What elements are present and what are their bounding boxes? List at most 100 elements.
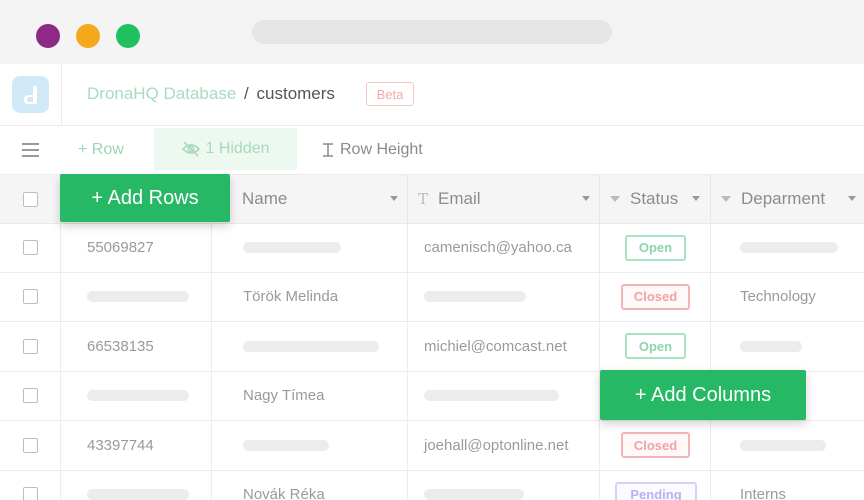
address-bar[interactable]	[252, 20, 612, 44]
hidden-fields-label: 1 Hidden	[205, 140, 270, 157]
placeholder-bar	[740, 439, 826, 451]
row-checkbox[interactable]	[22, 388, 38, 404]
breadcrumb-table: customers	[256, 84, 335, 103]
placeholder-bar	[87, 390, 189, 402]
placeholder-bar	[243, 340, 379, 352]
id-cell[interactable]: 66538135	[61, 321, 212, 371]
department-column-label: Deparment	[741, 189, 826, 208]
select-all-checkbox[interactable]	[22, 191, 38, 207]
cell-text: Technology	[740, 288, 816, 306]
email-cell[interactable]	[408, 272, 600, 322]
email-column-header[interactable]: T Email	[408, 175, 600, 223]
status-column-label: Status	[630, 189, 679, 208]
id-cell[interactable]	[61, 371, 212, 421]
status-column-header[interactable]: Status	[600, 175, 711, 223]
add-row-button[interactable]: + Row	[78, 141, 124, 159]
row-select-cell[interactable]	[0, 470, 61, 500]
menu-icon[interactable]	[22, 143, 39, 157]
department-cell[interactable]	[711, 322, 864, 371]
placeholder-bar	[243, 242, 341, 253]
cell-text: camenisch@yahoo.ca	[424, 239, 572, 256]
status-badge: Closed	[621, 432, 690, 459]
email-cell[interactable]: michiel@comcast.net	[408, 321, 600, 371]
row-checkbox[interactable]	[22, 289, 38, 305]
dronahq-logo-icon[interactable]	[12, 76, 49, 113]
name-column-label: Name	[242, 189, 288, 208]
placeholder-bar	[740, 242, 838, 253]
eye-off-icon	[182, 141, 201, 157]
cell-text: Interns	[740, 486, 786, 500]
department-cell[interactable]: Technology	[711, 272, 864, 321]
id-cell[interactable]: 43397744	[61, 420, 212, 470]
status-cell[interactable]: Open	[600, 321, 711, 371]
status-badge: Closed	[621, 283, 690, 310]
email-cell[interactable]	[408, 371, 600, 421]
status-cell[interactable]: Pending	[600, 470, 711, 500]
row-checkbox[interactable]	[22, 437, 38, 453]
status-badge: Open	[625, 234, 686, 261]
department-cell[interactable]	[711, 223, 864, 272]
table-row[interactable]: 55069827 camenisch@yahoo.ca Open	[0, 223, 864, 273]
placeholder-bar	[87, 489, 189, 500]
row-select-cell[interactable]	[0, 272, 61, 322]
table-toolbar: + Row 1 Hidden Row Height	[0, 126, 864, 175]
chevron-down-icon[interactable]	[390, 196, 398, 201]
status-cell[interactable]: Closed	[600, 272, 711, 322]
chevron-down-icon[interactable]	[848, 196, 856, 201]
row-select-cell[interactable]	[0, 420, 61, 470]
row-height-button[interactable]: Row Height	[322, 141, 423, 159]
minimize-window-dot[interactable]	[76, 24, 100, 48]
breadcrumb-database-link[interactable]: DronaHQ Database	[87, 84, 236, 103]
placeholder-bar	[424, 390, 559, 402]
row-checkbox[interactable]	[22, 240, 38, 255]
chevron-down-icon[interactable]	[692, 196, 700, 201]
row-height-icon	[323, 143, 333, 157]
name-cell[interactable]: Novák Réka	[212, 470, 408, 500]
table-row[interactable]: 66538135 michiel@comcast.net Open	[0, 321, 864, 372]
email-cell[interactable]	[408, 470, 600, 500]
name-cell[interactable]	[212, 420, 408, 470]
status-cell[interactable]: Open	[600, 223, 711, 272]
department-cell[interactable]: Interns	[711, 470, 864, 500]
cell-text: Nagy Tímea	[243, 387, 325, 405]
table-row[interactable]: Novák Réka Pending Interns	[0, 470, 864, 500]
name-cell[interactable]	[212, 223, 408, 272]
email-cell[interactable]: joehall@optonline.net	[408, 420, 600, 470]
table-row[interactable]: Török Melinda Closed Technology	[0, 272, 864, 323]
beta-badge: Beta	[366, 82, 414, 106]
email-column-label: Email	[438, 189, 481, 208]
department-cell[interactable]	[711, 421, 864, 470]
logo-column	[0, 64, 62, 125]
breadcrumb-separator: /	[244, 84, 249, 103]
status-badge: Open	[625, 333, 686, 360]
name-column-header[interactable]: Name	[212, 175, 408, 223]
id-cell[interactable]	[61, 470, 212, 500]
status-cell[interactable]: Closed	[600, 420, 711, 470]
row-select-cell[interactable]	[0, 223, 61, 272]
row-height-label: Row Height	[340, 141, 423, 158]
placeholder-bar	[243, 439, 329, 451]
placeholder-bar	[740, 340, 802, 352]
row-select-cell[interactable]	[0, 371, 61, 421]
add-rows-button[interactable]: + Add Rows	[60, 174, 230, 222]
id-cell[interactable]	[61, 272, 212, 322]
chevron-down-icon[interactable]	[582, 196, 590, 201]
email-cell[interactable]: camenisch@yahoo.ca	[408, 223, 600, 272]
add-columns-button[interactable]: + Add Columns	[600, 370, 806, 420]
name-cell[interactable]	[212, 321, 408, 371]
id-cell[interactable]: 55069827	[61, 223, 212, 272]
name-cell[interactable]: Nagy Tímea	[212, 371, 408, 421]
name-cell[interactable]: Török Melinda	[212, 272, 408, 322]
row-checkbox[interactable]	[22, 338, 38, 354]
cell-text: 66538135	[87, 337, 154, 355]
app-window: DronaHQ Database / customers Beta + Row …	[0, 0, 864, 500]
row-checkbox[interactable]	[22, 487, 38, 500]
close-window-dot[interactable]	[36, 24, 60, 48]
maximize-window-dot[interactable]	[116, 24, 140, 48]
hidden-fields-button[interactable]: 1 Hidden	[154, 128, 297, 170]
table-row[interactable]: 43397744 joehall@optonline.net Closed	[0, 420, 864, 471]
breadcrumb: DronaHQ Database / customers	[87, 84, 335, 104]
select-type-icon	[610, 196, 620, 202]
department-column-header[interactable]: Deparment	[711, 175, 864, 223]
row-select-cell[interactable]	[0, 321, 61, 371]
